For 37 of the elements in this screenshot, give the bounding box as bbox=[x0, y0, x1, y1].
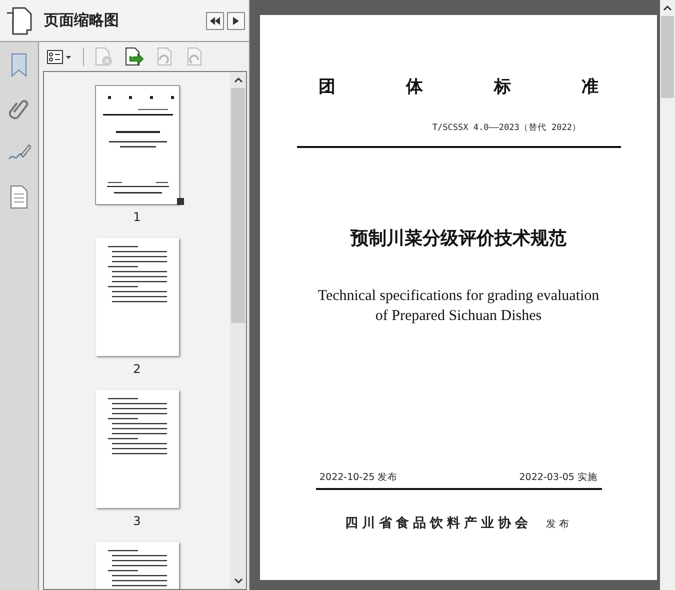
standard-heading-char: 标 bbox=[494, 76, 511, 98]
page-number: 2 bbox=[133, 362, 141, 376]
delete-page-icon bbox=[94, 46, 114, 66]
page-content-drawing bbox=[108, 246, 166, 302]
scrollbar-thumb[interactable] bbox=[231, 88, 245, 323]
standard-heading-char: 团 bbox=[318, 76, 336, 98]
effective-date: 2022-03-05 实施 bbox=[519, 471, 598, 484]
pages-icon bbox=[6, 6, 32, 34]
organization-name: 四川省食品饮料产业协会 bbox=[345, 514, 532, 532]
standard-heading-char: 体 bbox=[406, 76, 424, 98]
publish-label: 发布 bbox=[546, 518, 572, 530]
page-thumbnail[interactable] bbox=[96, 238, 178, 356]
right-arrow-icon bbox=[233, 16, 239, 24]
scrollbar[interactable] bbox=[660, 0, 675, 590]
page-thumbnail[interactable] bbox=[96, 86, 178, 204]
english-title: Technical specifications for grading evaluation of Prepared Sichuan Dishes bbox=[318, 287, 600, 326]
toolbar-button[interactable] bbox=[124, 46, 144, 68]
scrollbar[interactable] bbox=[230, 72, 246, 589]
standard-code: T/SCSSX 4.0——2023（替代 2022） bbox=[432, 122, 581, 134]
page-content-drawing bbox=[108, 550, 166, 586]
page-thumbnail[interactable] bbox=[96, 390, 178, 508]
collapse-button[interactable] bbox=[206, 12, 224, 30]
page-number: 3 bbox=[133, 514, 141, 528]
document-title: 预制川菜分级评价技术规范 bbox=[350, 227, 566, 250]
list-options-icon bbox=[47, 50, 73, 64]
page-content-drawing bbox=[108, 398, 166, 454]
double-left-arrow-icon bbox=[210, 16, 220, 24]
document-icon bbox=[10, 185, 28, 209]
insert-page-icon bbox=[124, 46, 144, 66]
bookmark-icon bbox=[11, 53, 27, 77]
standard-heading-char: 准 bbox=[581, 76, 598, 98]
scrollbar-thumb[interactable] bbox=[661, 16, 674, 98]
panel-title: 页面缩略图 bbox=[44, 11, 120, 30]
expand-button[interactable] bbox=[227, 12, 245, 30]
paperclip-icon bbox=[9, 97, 29, 121]
page-number: 1 bbox=[133, 210, 141, 224]
publish-date: 2022-10-25 发布 bbox=[320, 471, 398, 484]
